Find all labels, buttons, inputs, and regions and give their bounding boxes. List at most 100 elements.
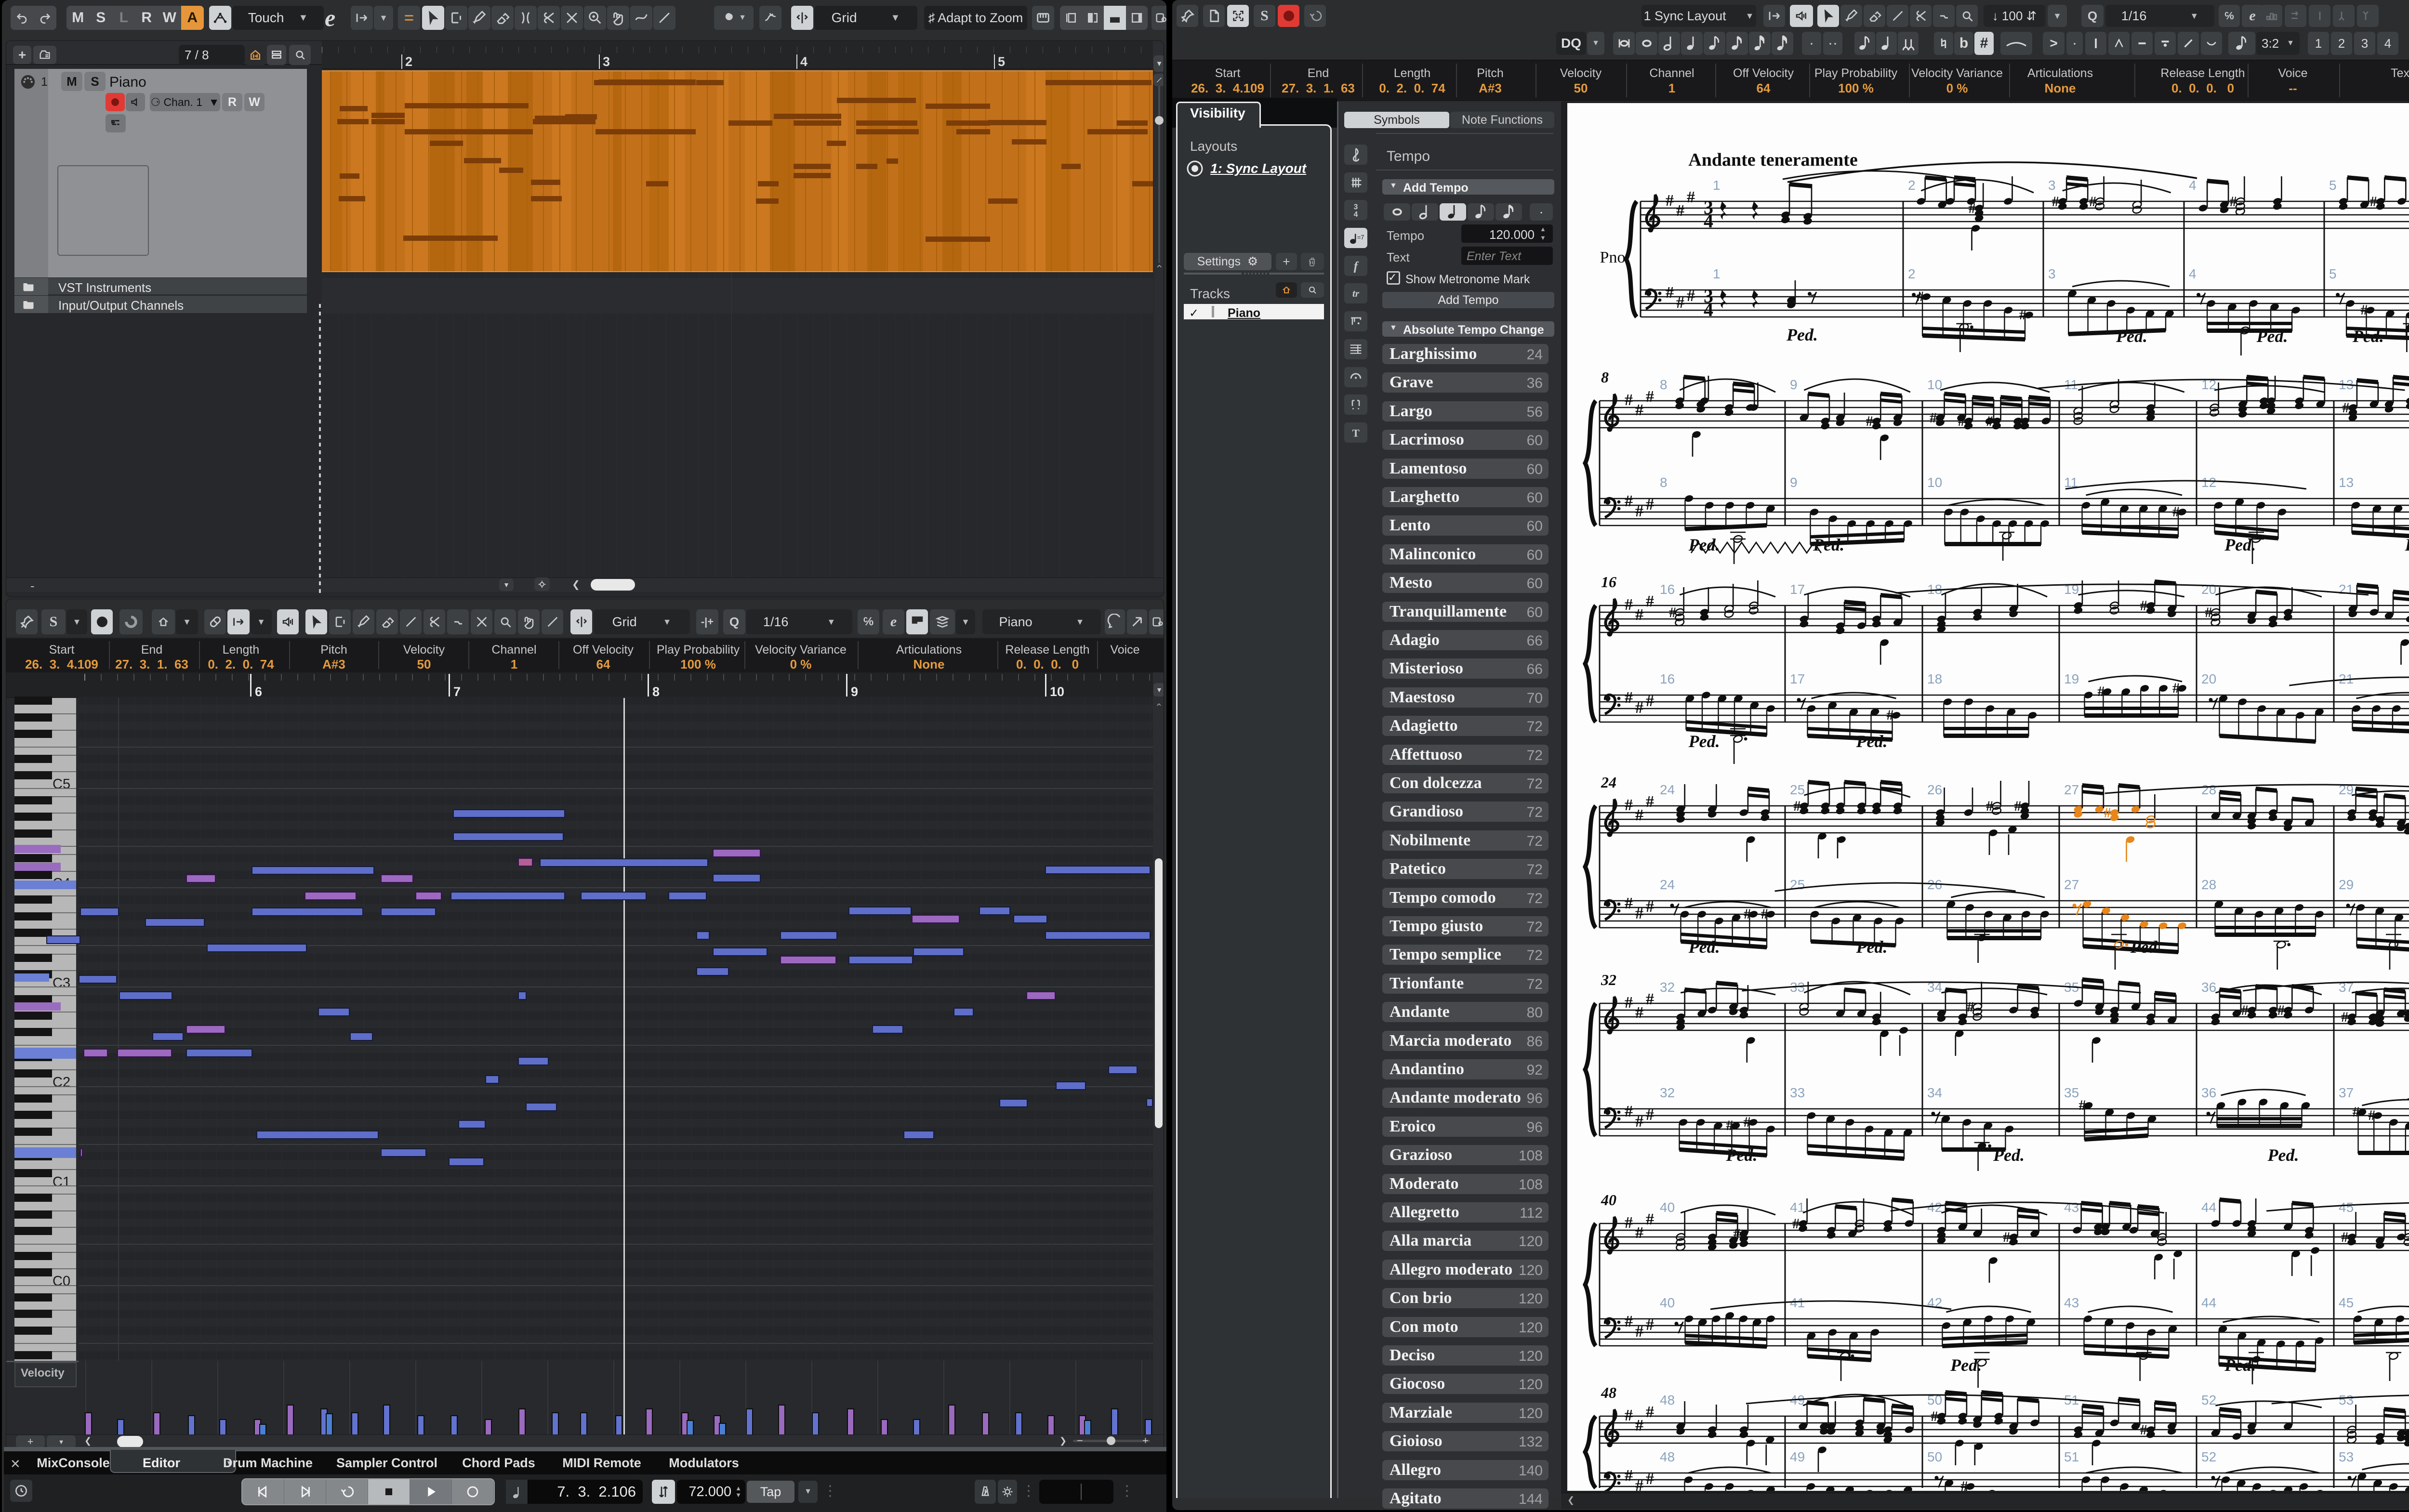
svg-text:#: # xyxy=(2370,194,2377,210)
svg-text:#: # xyxy=(2277,1002,2285,1018)
svg-text:T: T xyxy=(1352,427,1359,439)
svg-text:45: 45 xyxy=(2339,1295,2354,1310)
svg-text:Ped.: Ped. xyxy=(1856,732,1888,751)
svg-text:20: 20 xyxy=(2201,582,2216,597)
svg-text:#: # xyxy=(2003,1488,2010,1491)
svg-text:45: 45 xyxy=(2339,1200,2354,1215)
svg-text:43: 43 xyxy=(2064,1295,2079,1310)
svg-text:#: # xyxy=(2104,805,2111,821)
svg-text:21: 21 xyxy=(2339,582,2354,597)
svg-text:Ped.: Ped. xyxy=(1688,937,1720,957)
svg-text:16: 16 xyxy=(1601,573,1616,591)
svg-text:#: # xyxy=(1635,502,1643,520)
svg-text:#: # xyxy=(1635,905,1643,922)
svg-text:9: 9 xyxy=(1790,377,1798,392)
svg-text:#: # xyxy=(1646,793,1654,811)
svg-text:#: # xyxy=(1625,1214,1633,1232)
svg-text:#: # xyxy=(1625,1103,1633,1120)
svg-text:Ped.: Ped. xyxy=(1950,1355,1982,1375)
svg-text:#: # xyxy=(1646,1106,1654,1124)
svg-text:24: 24 xyxy=(1660,877,1675,892)
svg-text:4: 4 xyxy=(2189,178,2197,193)
svg-text:3: 3 xyxy=(2048,178,2056,193)
svg-text:4: 4 xyxy=(1354,210,1358,218)
svg-text:#: # xyxy=(1646,592,1654,610)
svg-text:#: # xyxy=(2140,598,2147,614)
svg-text:8: 8 xyxy=(1660,475,1668,490)
svg-text:41: 41 xyxy=(1790,1295,1805,1310)
svg-text:=72: =72 xyxy=(1357,234,1364,241)
svg-text:#: # xyxy=(1666,192,1674,210)
svg-text:28: 28 xyxy=(2201,782,2216,797)
svg-text:17: 17 xyxy=(1790,671,1805,686)
svg-text:25: 25 xyxy=(1790,782,1805,797)
svg-text:5: 5 xyxy=(2329,266,2337,281)
svg-text:29: 29 xyxy=(2339,877,2354,892)
svg-text:Ped.: Ped. xyxy=(1813,535,1844,554)
svg-text:#: # xyxy=(1625,391,1633,409)
svg-text:#: # xyxy=(1986,413,1993,429)
svg-text:#: # xyxy=(1646,1210,1654,1228)
svg-text:36: 36 xyxy=(2201,980,2216,995)
svg-text:35: 35 xyxy=(2064,1085,2079,1100)
svg-text:#: # xyxy=(1733,1226,1740,1242)
svg-text:26: 26 xyxy=(1927,782,1942,797)
svg-text:40: 40 xyxy=(1660,1200,1675,1215)
svg-text:#: # xyxy=(2140,1422,2147,1438)
svg-text:Ped.: Ped. xyxy=(2130,937,2162,957)
svg-text:33: 33 xyxy=(1790,1085,1805,1100)
svg-text:#: # xyxy=(1635,1224,1643,1242)
svg-text:3: 3 xyxy=(2048,266,2056,281)
svg-text:#: # xyxy=(1625,1467,1633,1485)
svg-text:#: # xyxy=(1646,1403,1654,1421)
svg-text:16: 16 xyxy=(1660,671,1675,686)
svg-text:#: # xyxy=(1625,492,1633,510)
svg-text:#: # xyxy=(1666,284,1674,302)
svg-text:#: # xyxy=(2341,1009,2348,1025)
svg-text:10: 10 xyxy=(1927,475,1942,490)
svg-text:Ped.: Ped. xyxy=(1993,1145,2025,1165)
svg-text:41: 41 xyxy=(1790,1200,1805,1215)
svg-text:48: 48 xyxy=(1660,1393,1675,1407)
svg-text:32: 32 xyxy=(1660,1085,1675,1100)
svg-text:2: 2 xyxy=(1908,266,1916,281)
svg-text:Pno: Pno xyxy=(1600,249,1626,266)
svg-text:3: 3 xyxy=(1354,203,1358,211)
svg-text:37: 37 xyxy=(2339,1085,2354,1100)
svg-text:1: 1 xyxy=(1713,178,1721,193)
svg-text:#: # xyxy=(1635,1477,1643,1491)
svg-text:40: 40 xyxy=(1660,1295,1675,1310)
svg-text:Ped.: Ped. xyxy=(1688,732,1720,751)
svg-text:f: f xyxy=(1354,259,1359,273)
svg-text:44: 44 xyxy=(2201,1200,2216,1215)
svg-text:42: 42 xyxy=(1927,1200,1942,1215)
svg-text:51: 51 xyxy=(2064,1449,2079,1464)
svg-text:4: 4 xyxy=(1704,210,1713,232)
svg-text:#: # xyxy=(1635,1004,1643,1022)
svg-text:#: # xyxy=(1687,188,1695,206)
svg-text:48: 48 xyxy=(1601,1384,1616,1401)
svg-text:Ped.: Ped. xyxy=(1856,937,1888,957)
svg-text:#: # xyxy=(1635,1417,1643,1434)
svg-text:Ped.: Ped. xyxy=(2256,327,2288,346)
svg-text:#: # xyxy=(2342,400,2349,416)
svg-text:#: # xyxy=(1646,898,1654,916)
svg-text:13: 13 xyxy=(2339,475,2354,490)
svg-text:#: # xyxy=(1866,413,1873,429)
svg-text:4: 4 xyxy=(2189,266,2197,281)
svg-text:40: 40 xyxy=(1601,1191,1616,1209)
svg-text:#: # xyxy=(1646,990,1654,1008)
svg-text:Ped.: Ped. xyxy=(2352,327,2384,346)
svg-text:#: # xyxy=(1687,287,1695,305)
svg-text:Ped.: Ped. xyxy=(2267,1145,2299,1165)
svg-text:5: 5 xyxy=(2329,178,2337,193)
svg-text:34: 34 xyxy=(1927,1085,1942,1100)
svg-text:Ped.: Ped. xyxy=(1726,1145,1758,1165)
svg-text:9: 9 xyxy=(1790,475,1798,490)
svg-text:#: # xyxy=(1646,692,1654,710)
svg-text:#: # xyxy=(2003,1229,2010,1245)
svg-text:#: # xyxy=(1793,798,1800,814)
svg-text:#: # xyxy=(1625,796,1633,814)
svg-text:#: # xyxy=(1635,699,1643,717)
svg-text:12: 12 xyxy=(2201,475,2216,490)
